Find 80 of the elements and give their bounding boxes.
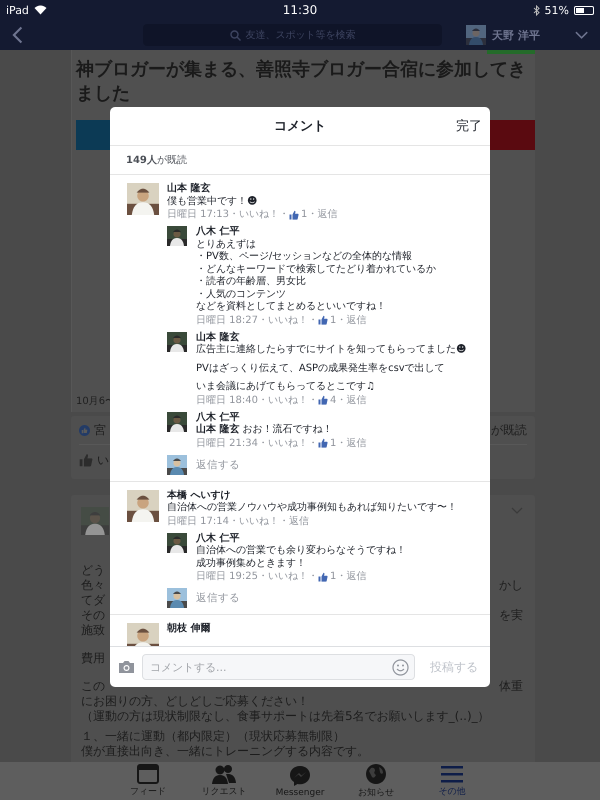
thumbs-up-icon <box>289 210 299 220</box>
commenter-name[interactable]: 山本 隆玄 <box>167 183 210 196</box>
people-icon <box>212 764 236 784</box>
comment-text: とりあえずは <box>196 238 257 251</box>
status-bar-strip <box>487 50 535 54</box>
globe-icon <box>365 763 387 785</box>
thumbs-up-icon <box>318 572 328 582</box>
battery-icon <box>574 6 594 14</box>
seen-count: 149人が既読 <box>126 154 187 167</box>
like-badge-icon <box>79 424 90 436</box>
like-count: 1・ <box>330 436 346 450</box>
feed-icon <box>137 764 159 784</box>
bluetooth-icon <box>532 4 540 16</box>
device-name: iPad <box>6 4 29 16</box>
tab[interactable]: リクエスト <box>195 762 253 800</box>
comment-text: 広告主に連絡したらすでにサイトを知ってもらってました☻ <box>196 344 466 356</box>
battery-percent: 51% <box>544 4 569 16</box>
comment-text: 自治体への営業ノウハウや成功事例知もあれば知りたいです〜！ <box>167 502 457 514</box>
search-icon <box>230 30 241 40</box>
commenter-name[interactable]: 八木 仁平 <box>196 412 240 424</box>
comment-text: 自治体への営業でも余り変わらなそうですね！ <box>196 545 406 558</box>
back-icon[interactable] <box>12 26 24 44</box>
comment-time: 日曜日 17:14・ <box>167 514 239 528</box>
reply-link[interactable]: 返信 <box>346 570 366 583</box>
like-count: 1・ <box>330 314 346 326</box>
like-link[interactable]: いいね！・ <box>268 570 318 583</box>
reply-link[interactable]: 返信 <box>317 208 338 221</box>
comment-time: 日曜日 18:27・ <box>196 314 268 326</box>
tab[interactable]: フィード <box>119 762 177 800</box>
comment-text: 僕も営業中です！☻ <box>167 196 258 208</box>
thumbs-up-icon <box>318 395 328 405</box>
comment-time: 日曜日 21:34・ <box>196 436 268 450</box>
smiley-icon[interactable] <box>392 658 409 676</box>
camera-icon[interactable] <box>118 660 135 674</box>
thumbs-up-icon <box>79 453 93 467</box>
clock-time: 11:30 <box>282 3 318 17</box>
chevron-down-icon[interactable] <box>574 31 588 39</box>
tab[interactable]: Messenger <box>271 762 329 800</box>
like-link[interactable]: いいね！・ <box>268 436 318 450</box>
reply-link[interactable]: 返信 <box>346 436 366 450</box>
reply-link[interactable]: 返信 <box>346 314 366 326</box>
search-field[interactable]: 友達、スポット等を検索 <box>143 24 442 46</box>
comment-text: ・読者の年齢層、男女比 <box>196 276 307 288</box>
thumbs-up-icon <box>318 438 328 448</box>
user-name[interactable]: 天野 洋平 <box>492 28 540 42</box>
dialog-title: コメント <box>274 118 326 135</box>
comment-text: 山本 隆玄 おお！流石ですね！ <box>196 424 333 436</box>
comment-time: 日曜日 19:25・ <box>196 570 268 583</box>
comment-text: ・PV数、ページ/セッションなどの全体的な情報 <box>196 251 414 264</box>
like-count: 1・ <box>301 208 318 221</box>
commenter-name[interactable]: 本橋 へいすけ <box>167 490 230 502</box>
reply-link[interactable]: 返信 <box>289 514 309 528</box>
like-link[interactable]: いいね！・ <box>239 208 289 221</box>
tab[interactable]: その他 <box>423 762 481 800</box>
reply-prompt[interactable]: 返信する <box>196 458 240 472</box>
thumbs-up-icon <box>318 315 328 325</box>
comment-text: ・人気のコンテンツ <box>196 288 287 300</box>
wifi-icon <box>34 5 47 15</box>
comment-text: などを資料としてまとめるといいですね！ <box>196 301 387 314</box>
like-count: 4・ <box>330 394 346 406</box>
menu-icon <box>441 764 463 784</box>
comment-time: 日曜日 18:40・ <box>196 394 268 406</box>
commenter-name[interactable]: 山本 隆玄 <box>196 332 240 344</box>
commenter-name[interactable]: 八木 仁平 <box>196 226 240 238</box>
like-link[interactable]: いいね！・ <box>239 514 289 528</box>
comment-text: 成功事例集めときます！ <box>196 558 307 570</box>
commenter-name[interactable]: 八木 仁平 <box>196 532 240 545</box>
like-count: 1・ <box>330 570 346 583</box>
done-button[interactable]: 完了 <box>456 117 482 135</box>
like-link[interactable]: いいね！・ <box>268 394 318 406</box>
comment-text: PVはざっくり伝えて、ASPの成果発生率をcsvで出して <box>196 362 445 375</box>
comment-text: いま会議にあげてもらってるとこです♫ <box>196 381 375 394</box>
tab[interactable]: お知らせ <box>347 762 405 800</box>
messenger-icon <box>289 764 311 786</box>
reply-prompt[interactable]: 返信する <box>196 591 240 605</box>
comment-time: 日曜日 17:13・ <box>167 208 239 221</box>
commenter-name[interactable]: 朝枝 伸爾 <box>167 623 210 636</box>
reply-link[interactable]: 返信 <box>346 394 366 406</box>
comment-text: ・どんなキーワードで検索してたどり着かれているか <box>196 264 436 276</box>
like-link[interactable]: いいね！・ <box>268 314 318 326</box>
